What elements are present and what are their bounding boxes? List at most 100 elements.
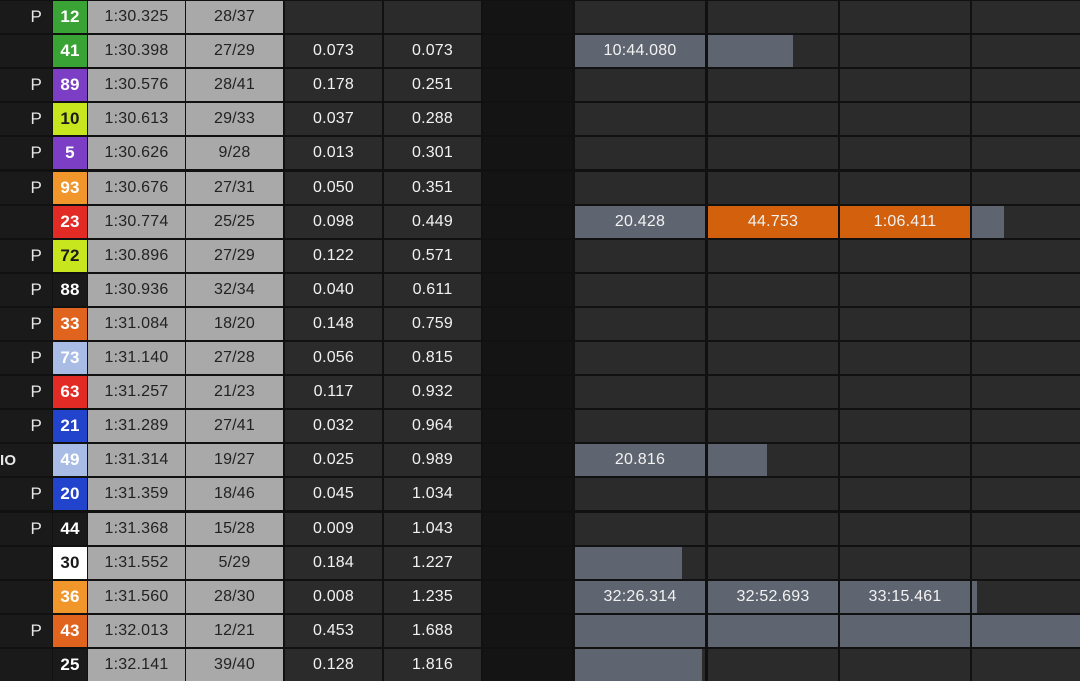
best-lap-time: 1:31.368 bbox=[88, 512, 185, 545]
timing-row[interactable]: P 63 1:31.257 21/23 0.117 0.932 bbox=[0, 376, 1080, 409]
gap-to-leader: 1.816 bbox=[384, 648, 481, 681]
pit-flag: P bbox=[0, 342, 52, 374]
timing-row[interactable]: P 12 1:30.325 28/37 bbox=[0, 1, 1080, 33]
pit-flag bbox=[0, 648, 52, 681]
sector-4-cell bbox=[972, 444, 1080, 477]
car-number-badge: 43 bbox=[53, 614, 87, 647]
sector-3-cell bbox=[840, 307, 970, 340]
empty-column bbox=[483, 614, 572, 647]
best-lap-time: 1:30.576 bbox=[88, 69, 185, 102]
gap-to-leader: 1.034 bbox=[384, 478, 481, 511]
sector-4-cell bbox=[972, 478, 1080, 511]
gap-to-previous: 0.008 bbox=[285, 580, 382, 613]
gap-to-leader: 0.288 bbox=[384, 103, 481, 136]
timing-row[interactable]: P 5 1:30.626 9/28 0.013 0.301 bbox=[0, 137, 1080, 170]
best-lap-time: 1:31.084 bbox=[88, 307, 185, 340]
empty-column bbox=[483, 1, 572, 33]
sector-2-progress-bar bbox=[708, 444, 767, 477]
sector-1-cell bbox=[575, 546, 705, 579]
timing-row[interactable]: IO 49 1:31.314 19/27 0.025 0.989 20.816 bbox=[0, 444, 1080, 477]
sector-2-cell bbox=[708, 273, 838, 306]
gap-to-previous: 0.050 bbox=[285, 171, 382, 204]
sector-2-cell bbox=[708, 410, 838, 443]
car-number-badge: 23 bbox=[53, 205, 87, 238]
sector-3-cell: 1:06.411 bbox=[840, 205, 970, 238]
sector-3-cell bbox=[840, 69, 970, 102]
timing-row[interactable]: P 89 1:30.576 28/41 0.178 0.251 bbox=[0, 69, 1080, 102]
timing-row[interactable]: P 88 1:30.936 32/34 0.040 0.611 bbox=[0, 273, 1080, 306]
gap-to-leader: 0.351 bbox=[384, 171, 481, 204]
empty-column bbox=[483, 171, 572, 204]
timing-row[interactable]: 30 1:31.552 5/29 0.184 1.227 bbox=[0, 546, 1080, 579]
timing-row[interactable]: P 73 1:31.140 27/28 0.056 0.815 bbox=[0, 342, 1080, 374]
best-lap-time: 1:30.613 bbox=[88, 103, 185, 136]
pit-flag: P bbox=[0, 376, 52, 409]
timing-row[interactable]: P 93 1:30.676 27/31 0.050 0.351 bbox=[0, 171, 1080, 204]
car-number-badge: 88 bbox=[53, 273, 87, 306]
timing-row[interactable]: P 21 1:31.289 27/41 0.032 0.964 bbox=[0, 410, 1080, 443]
sector-4-cell bbox=[972, 69, 1080, 102]
gap-to-leader: 0.251 bbox=[384, 69, 481, 102]
sector-3-cell bbox=[840, 171, 970, 204]
sector-2-cell bbox=[708, 103, 838, 136]
car-number-badge: 33 bbox=[53, 307, 87, 340]
gap-to-leader: 1.235 bbox=[384, 580, 481, 613]
lap-count: 27/41 bbox=[186, 410, 283, 443]
gap-to-previous: 0.032 bbox=[285, 410, 382, 443]
empty-column bbox=[483, 376, 572, 409]
pit-flag bbox=[0, 205, 52, 238]
pit-flag: P bbox=[0, 478, 52, 511]
timing-row[interactable]: P 44 1:31.368 15/28 0.009 1.043 bbox=[0, 512, 1080, 545]
lap-count: 25/25 bbox=[186, 205, 283, 238]
sector-1-cell bbox=[575, 376, 705, 409]
pit-flag: P bbox=[0, 239, 52, 272]
timing-row[interactable]: P 72 1:30.896 27/29 0.122 0.571 bbox=[0, 239, 1080, 272]
sector-1-cell: 10:44.080 bbox=[575, 35, 705, 68]
best-lap-time: 1:31.314 bbox=[88, 444, 185, 477]
gap-to-previous: 0.037 bbox=[285, 103, 382, 136]
gap-to-previous: 0.098 bbox=[285, 205, 382, 238]
best-lap-time: 1:31.359 bbox=[88, 478, 185, 511]
car-number-badge: 44 bbox=[53, 512, 87, 545]
gap-to-previous: 0.122 bbox=[285, 239, 382, 272]
lap-count: 27/29 bbox=[186, 35, 283, 68]
sector-1-cell bbox=[575, 273, 705, 306]
timing-row[interactable]: P 33 1:31.084 18/20 0.148 0.759 bbox=[0, 307, 1080, 340]
sector-2-cell: 32:52.693 bbox=[708, 580, 838, 613]
gap-to-previous: 0.045 bbox=[285, 478, 382, 511]
empty-column bbox=[483, 512, 572, 545]
gap-to-leader: 0.964 bbox=[384, 410, 481, 443]
timing-row[interactable]: 41 1:30.398 27/29 0.073 0.073 10:44.080 bbox=[0, 35, 1080, 68]
pit-flag: P bbox=[0, 410, 52, 443]
sector-3-cell bbox=[840, 410, 970, 443]
sector-2-cell bbox=[708, 512, 838, 545]
sector-4-cell bbox=[972, 171, 1080, 204]
best-lap-time: 1:31.289 bbox=[88, 410, 185, 443]
car-number-badge: 63 bbox=[53, 376, 87, 409]
gap-to-previous: 0.025 bbox=[285, 444, 382, 477]
sector-1-cell bbox=[575, 1, 705, 33]
empty-column bbox=[483, 103, 572, 136]
pit-flag: P bbox=[0, 307, 52, 340]
best-lap-time: 1:31.560 bbox=[88, 580, 185, 613]
sector-3-cell bbox=[840, 614, 970, 647]
sector-1-progress-bar bbox=[575, 546, 682, 579]
timing-row[interactable]: 23 1:30.774 25/25 0.098 0.449 20.428 44.… bbox=[0, 205, 1080, 238]
empty-column bbox=[483, 580, 572, 613]
gap-to-leader: 0.073 bbox=[384, 35, 481, 68]
pit-flag: P bbox=[0, 1, 52, 33]
timing-row[interactable]: 36 1:31.560 28/30 0.008 1.235 32:26.314 … bbox=[0, 580, 1080, 613]
sector-2-cell bbox=[708, 35, 838, 68]
timing-row[interactable]: 25 1:32.141 39/40 0.128 1.816 bbox=[0, 648, 1080, 681]
timing-row[interactable]: P 10 1:30.613 29/33 0.037 0.288 bbox=[0, 103, 1080, 136]
empty-column bbox=[483, 478, 572, 511]
timing-row[interactable]: P 43 1:32.013 12/21 0.453 1.688 bbox=[0, 614, 1080, 647]
timing-row[interactable]: P 20 1:31.359 18/46 0.045 1.034 bbox=[0, 478, 1080, 511]
lap-count: 18/20 bbox=[186, 307, 283, 340]
lap-count: 28/37 bbox=[186, 1, 283, 33]
car-number-badge: 20 bbox=[53, 478, 87, 511]
best-lap-time: 1:31.552 bbox=[88, 546, 185, 579]
car-number-badge: 72 bbox=[53, 239, 87, 272]
sector-4-cell bbox=[972, 342, 1080, 374]
gap-to-leader: 1.043 bbox=[384, 512, 481, 545]
